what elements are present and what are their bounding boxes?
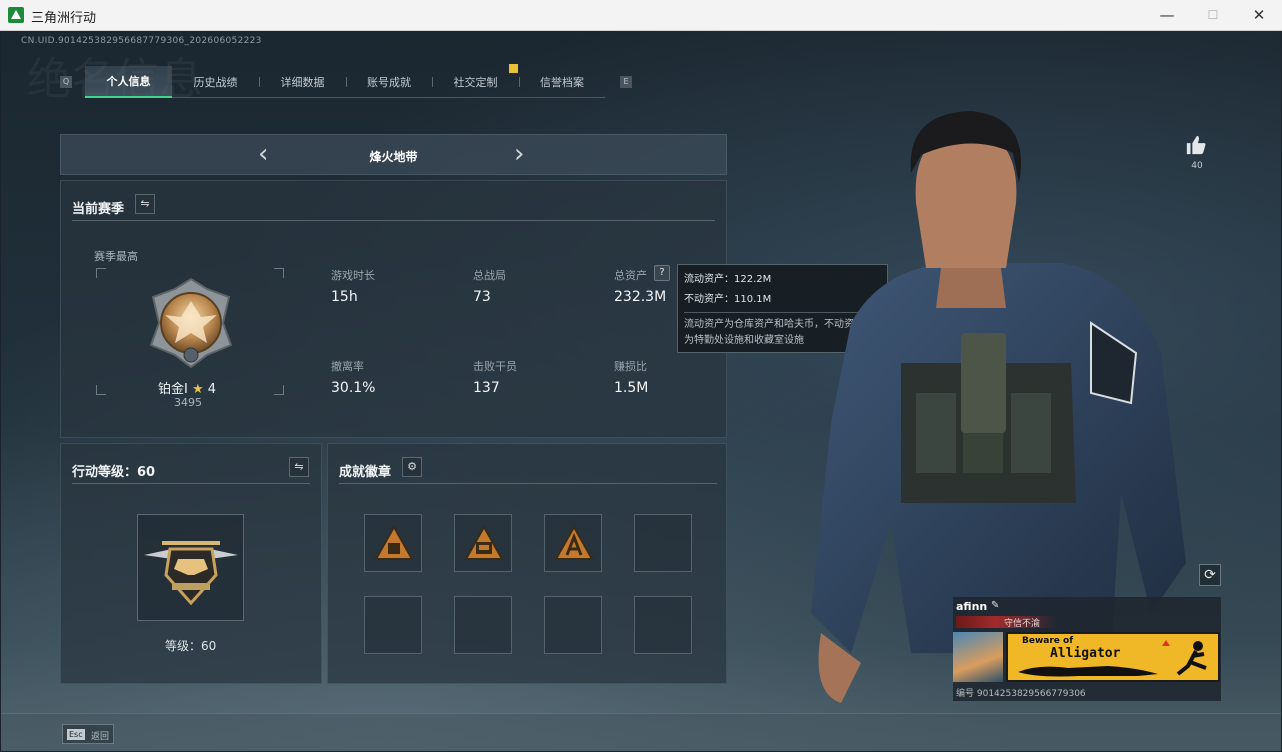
badges-settings-button[interactable]: ⚙ xyxy=(402,457,422,477)
tab-achievements[interactable]: 账号成就 xyxy=(346,66,432,98)
assets-help-icon[interactable]: ? xyxy=(654,265,670,281)
badge-climb-icon xyxy=(554,524,594,560)
footer-bar: Esc 返回 xyxy=(1,713,1281,751)
refresh-button[interactable]: ⟳ xyxy=(1199,564,1221,586)
level-divider xyxy=(72,483,310,484)
game-viewport: 绝名信息 CN.UID.9014253829566877793​06_20260… xyxy=(1,31,1281,751)
level-title: 行动等级：60 xyxy=(72,465,156,480)
banner-line1: Beware of xyxy=(1022,636,1074,646)
title-tag-text: 守信不渝 xyxy=(1004,619,1041,629)
level-value-label: 等级：60 xyxy=(165,639,217,653)
swap-icon: ⇋ xyxy=(294,460,304,473)
window-titlebar: 三角洲行动 — ☐ ✕ xyxy=(0,0,1282,31)
app-logo-icon xyxy=(8,7,24,23)
stat-total-matches-value: 73 xyxy=(473,289,491,305)
tab-prev-key[interactable]: Q xyxy=(60,76,72,88)
edit-name-icon[interactable]: ✎ xyxy=(991,600,999,611)
rank-score: 3495 xyxy=(174,396,202,409)
badge-slot[interactable] xyxy=(544,514,602,572)
stat-play-time-value: 15h xyxy=(331,289,358,305)
tab-next-key[interactable]: E xyxy=(620,76,632,88)
badge-slot-empty[interactable] xyxy=(364,596,422,654)
badge-slot-empty[interactable] xyxy=(454,596,512,654)
stat-profit-ratio-label: 赚损比 xyxy=(614,360,647,373)
tab-match-history[interactable]: 历史战绩 xyxy=(172,66,259,98)
badge-slot-empty[interactable] xyxy=(634,596,692,654)
stat-kills-label: 击败干员 xyxy=(473,360,517,373)
back-label: 返回 xyxy=(91,732,110,742)
rank-name: 铂金I ★ 4 xyxy=(158,378,216,397)
level-emblem-frame xyxy=(137,514,244,621)
player-name: afinn xyxy=(956,600,988,613)
badge-slot-empty[interactable] xyxy=(544,596,602,654)
level-panel: 行动等级：60 ⇋ 等级：60 xyxy=(60,443,322,684)
uid-watermark: CN.UID.9014253829566877793​06_2026060522… xyxy=(21,36,262,46)
gear-icon: ⚙ xyxy=(407,460,417,473)
close-button[interactable]: ✕ xyxy=(1236,0,1282,31)
maximize-button[interactable]: ☐ xyxy=(1190,0,1236,31)
mode-selector: ‹ 烽火地带 › xyxy=(60,134,727,175)
frame-corner xyxy=(96,268,106,278)
avatar[interactable] xyxy=(953,632,1003,682)
swap-icon: ⇋ xyxy=(140,197,150,210)
stat-extract-rate-label: 撤离率 xyxy=(331,360,364,373)
stat-profit-ratio-value: 1.5M xyxy=(614,380,649,396)
level-swap-button[interactable]: ⇋ xyxy=(289,457,309,477)
badges-panel: 成就徽章 ⚙ xyxy=(327,443,727,684)
stat-play-time-label: 游戏时长 xyxy=(331,269,375,282)
tab-social-custom[interactable]: 社交定制 xyxy=(432,66,519,98)
mode-next-button[interactable]: › xyxy=(514,141,524,167)
rank-emblem-icon xyxy=(149,277,233,369)
profile-card: afinn ✎ 守信不渝 Beware of Alligator 编号 9014… xyxy=(953,597,1221,701)
notification-badge xyxy=(509,64,518,73)
window-title: 三角洲行动 xyxy=(31,11,97,26)
alligator-icon xyxy=(1018,666,1158,677)
alligator-figure-icon xyxy=(1162,640,1207,676)
season-divider xyxy=(72,220,715,221)
badge-slot[interactable] xyxy=(364,514,422,572)
player-uid: 编号 9014253829566779306 xyxy=(956,689,1086,699)
mode-label: 烽火地带 xyxy=(369,150,418,164)
stat-total-assets-value: 232.3M xyxy=(614,289,667,305)
helicopter-emblem-icon xyxy=(144,541,238,606)
refresh-icon: ⟳ xyxy=(1204,567,1216,583)
like-count: 40 xyxy=(1191,161,1203,171)
badge-vault-icon xyxy=(464,524,504,560)
stat-kills-value: 137 xyxy=(473,380,500,396)
badge-slot-empty[interactable] xyxy=(634,514,692,572)
badges-divider xyxy=(339,483,717,484)
like-thumb-icon[interactable] xyxy=(1185,134,1207,156)
frame-corner xyxy=(96,385,106,395)
stat-extract-rate-value: 30.1% xyxy=(331,380,376,396)
esc-key-hint: Esc xyxy=(67,729,85,740)
rank-star-count: 4 xyxy=(207,382,217,397)
stat-total-assets-label: 总资产 xyxy=(614,269,647,282)
stat-total-matches-label: 总战局 xyxy=(473,269,506,282)
tab-personal-info[interactable]: 个人信息 xyxy=(85,66,172,98)
rank-tier: 铂金I xyxy=(158,382,188,397)
badge-supply-icon xyxy=(374,524,414,560)
back-button[interactable]: Esc 返回 xyxy=(62,724,114,744)
season-title: 当前赛季 xyxy=(72,202,125,217)
badge-slot[interactable] xyxy=(454,514,512,572)
frame-corner xyxy=(274,268,284,278)
player-title-tag: 守信不渝 xyxy=(956,616,1056,629)
minimize-button[interactable]: — xyxy=(1144,0,1190,31)
season-best-label: 赛季最高 xyxy=(94,250,138,263)
tab-detailed-data[interactable]: 详细数据 xyxy=(259,66,346,98)
name-card-banner[interactable]: Beware of Alligator xyxy=(1006,632,1220,682)
frame-corner xyxy=(274,385,284,395)
star-icon: ★ xyxy=(191,382,204,397)
tab-credit-record[interactable]: 信誉档案 xyxy=(519,66,605,98)
season-panel: 当前赛季 ⇋ 赛季最高 铂金I ★ 4 3495 游戏时长 15h 总战局 73… xyxy=(60,180,727,438)
badges-title: 成就徽章 xyxy=(339,465,392,480)
banner-line2: Alligator xyxy=(1050,646,1121,661)
tab-bar: 个人信息 历史战绩 详细数据 账号成就 社交定制 信誉档案 xyxy=(85,66,605,98)
season-swap-button[interactable]: ⇋ xyxy=(135,194,155,214)
